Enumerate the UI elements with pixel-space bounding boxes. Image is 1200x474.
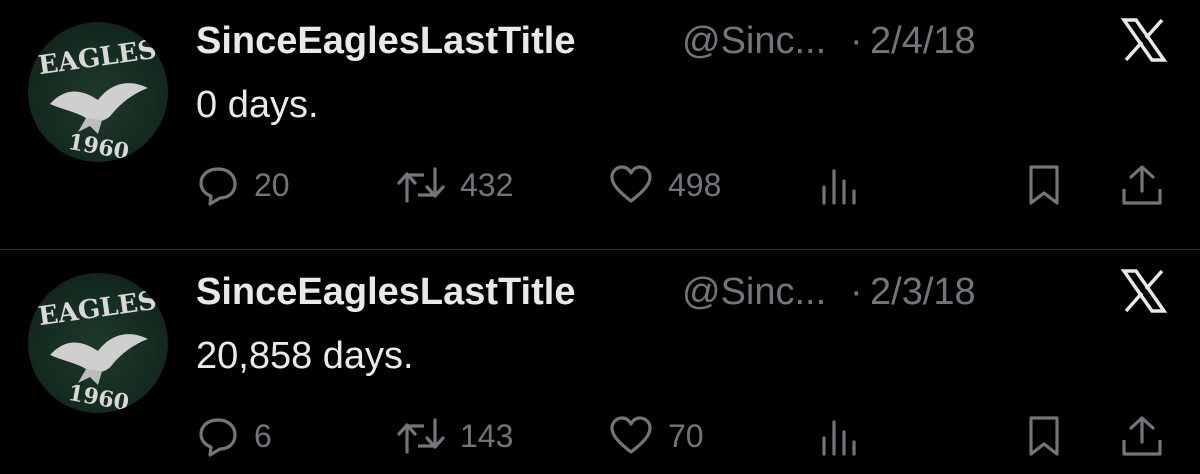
share-icon bbox=[1122, 165, 1162, 205]
like-count: 498 bbox=[668, 166, 722, 203]
tweet-text: 0 days. bbox=[196, 84, 319, 126]
views-button[interactable] bbox=[818, 160, 862, 210]
author-name[interactable]: SinceEaglesLastTitle bbox=[196, 271, 575, 314]
views-button[interactable] bbox=[818, 411, 862, 461]
share-button[interactable] bbox=[1118, 160, 1166, 210]
reply-icon bbox=[199, 418, 237, 457]
retweet-count: 432 bbox=[460, 166, 514, 203]
author-handle[interactable]: @Sinc... bbox=[682, 20, 826, 63]
bookmark-icon bbox=[1029, 165, 1059, 205]
author-name[interactable]: SinceEaglesLastTitle bbox=[196, 20, 575, 63]
bookmark-button[interactable] bbox=[1024, 411, 1064, 461]
retweet-button[interactable]: 432 bbox=[396, 160, 513, 210]
reply-count: 6 bbox=[254, 417, 272, 454]
avatar-bottom-text: 1960 bbox=[66, 380, 131, 413]
share-button[interactable] bbox=[1118, 411, 1166, 461]
avatar-top-text: EAGLES bbox=[36, 286, 158, 332]
avatar[interactable]: EAGLES 1960 bbox=[28, 273, 168, 413]
tweet-date[interactable]: 2/4/18 bbox=[870, 20, 976, 63]
views-icon bbox=[822, 420, 856, 456]
bookmark-button[interactable] bbox=[1024, 160, 1064, 210]
views-icon bbox=[822, 169, 856, 205]
reply-button[interactable]: 20 bbox=[196, 160, 290, 210]
bookmark-icon bbox=[1029, 416, 1059, 456]
avatar[interactable]: EAGLES 1960 bbox=[28, 22, 168, 162]
tweet-date[interactable]: 2/3/18 bbox=[870, 271, 976, 314]
separator-dot: · bbox=[850, 271, 863, 313]
retweet-icon bbox=[397, 167, 445, 203]
x-logo-icon bbox=[1120, 18, 1168, 62]
reply-icon bbox=[199, 167, 237, 206]
heart-icon bbox=[610, 165, 652, 203]
like-button[interactable]: 498 bbox=[608, 160, 721, 210]
tweet[interactable]: EAGLES 1960 SinceEaglesLastTitle @Sinc..… bbox=[0, 0, 1200, 250]
avatar-top-text: EAGLES bbox=[36, 35, 158, 81]
retweet-button[interactable]: 143 bbox=[396, 411, 513, 461]
avatar-bottom-text: 1960 bbox=[66, 129, 131, 162]
retweet-count: 143 bbox=[460, 417, 514, 454]
share-icon bbox=[1122, 416, 1162, 456]
x-logo-icon bbox=[1120, 269, 1168, 313]
tweet-text: 20,858 days. bbox=[196, 335, 414, 377]
like-count: 70 bbox=[668, 417, 704, 454]
eagles-logo: EAGLES 1960 bbox=[36, 35, 158, 162]
reply-button[interactable]: 6 bbox=[196, 411, 272, 461]
tweet[interactable]: EAGLES 1960 SinceEaglesLastTitle @Sinc..… bbox=[0, 251, 1200, 474]
like-button[interactable]: 70 bbox=[608, 411, 704, 461]
heart-icon bbox=[610, 416, 652, 454]
retweet-icon bbox=[397, 418, 445, 454]
eagles-logo: EAGLES 1960 bbox=[36, 286, 158, 413]
author-handle[interactable]: @Sinc... bbox=[682, 271, 826, 314]
separator-dot: · bbox=[850, 20, 863, 62]
tweet-divider bbox=[0, 249, 1200, 250]
reply-count: 20 bbox=[254, 166, 290, 203]
